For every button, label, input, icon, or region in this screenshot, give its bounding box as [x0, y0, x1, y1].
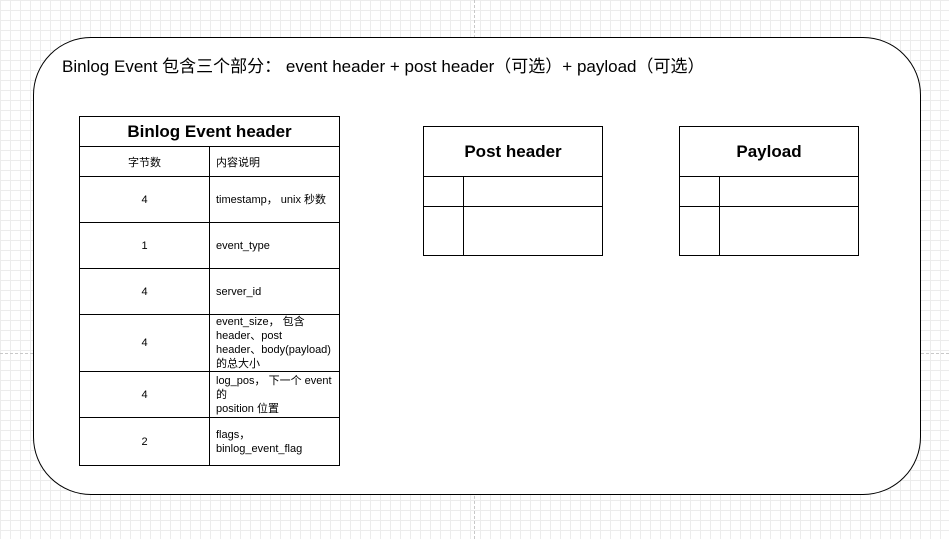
- post-header-key-cell: [424, 177, 464, 206]
- column-header-size[interactable]: 字节数: [79, 146, 210, 177]
- post-header-title: Post header: [424, 127, 602, 177]
- post-header-row[interactable]: [424, 177, 602, 207]
- table-row: 4 log_pos， 下一个 event 的 position 位置: [79, 371, 340, 418]
- payload-title: Payload: [680, 127, 858, 177]
- payload-row[interactable]: [680, 177, 858, 207]
- row-description-cell[interactable]: event_type: [209, 222, 340, 269]
- payload-box[interactable]: Payload: [679, 126, 859, 256]
- column-header-description[interactable]: 内容说明: [209, 146, 340, 177]
- row-description-line: header、body(payload) 的总大小: [216, 344, 331, 370]
- table-row: 4 timestamp， unix 秒数: [79, 176, 340, 223]
- payload-key-cell: [680, 207, 720, 256]
- row-size-cell[interactable]: 4: [79, 371, 210, 418]
- row-description-cell[interactable]: event_size， 包含 header、post header、body(pa…: [209, 314, 340, 372]
- row-size-cell[interactable]: 4: [79, 176, 210, 223]
- table-row: 1 event_type: [79, 222, 340, 269]
- post-header-box[interactable]: Post header: [423, 126, 603, 256]
- row-size-cell[interactable]: 2: [79, 417, 210, 466]
- row-description-line: event_type: [216, 239, 270, 252]
- row-description-line: timestamp， unix 秒数: [216, 193, 327, 206]
- row-description-cell[interactable]: server_id: [209, 268, 340, 315]
- table-row: 4 server_id: [79, 268, 340, 315]
- row-description-line: position 位置: [216, 402, 279, 415]
- row-size-cell[interactable]: 1: [79, 222, 210, 269]
- payload-row[interactable]: [680, 207, 858, 256]
- post-header-row[interactable]: [424, 207, 602, 256]
- table-row: 4 event_size， 包含 header、post header、body(…: [79, 314, 340, 372]
- row-size-cell[interactable]: 4: [79, 268, 210, 315]
- row-description-line: flags， binlog_event_flag: [216, 428, 303, 455]
- row-description-line: event_size， 包含 header、post: [216, 316, 305, 342]
- row-description-cell[interactable]: flags， binlog_event_flag: [209, 417, 340, 466]
- payload-key-cell: [680, 177, 720, 206]
- event-header-table[interactable]: Binlog Event header 字节数 内容说明 4 timestamp…: [79, 116, 340, 466]
- row-description-cell[interactable]: log_pos， 下一个 event 的 position 位置: [209, 371, 340, 418]
- table-row: 2 flags， binlog_event_flag: [79, 417, 340, 466]
- row-description-cell[interactable]: timestamp， unix 秒数: [209, 176, 340, 223]
- diagram-title[interactable]: Binlog Event 包含三个部分： event header + post…: [62, 56, 705, 78]
- row-description-line: server_id: [216, 285, 262, 298]
- event-header-title[interactable]: Binlog Event header: [79, 116, 340, 147]
- row-size-cell[interactable]: 4: [79, 314, 210, 372]
- post-header-key-cell: [424, 207, 464, 256]
- row-description-line: log_pos， 下一个 event 的: [216, 374, 332, 401]
